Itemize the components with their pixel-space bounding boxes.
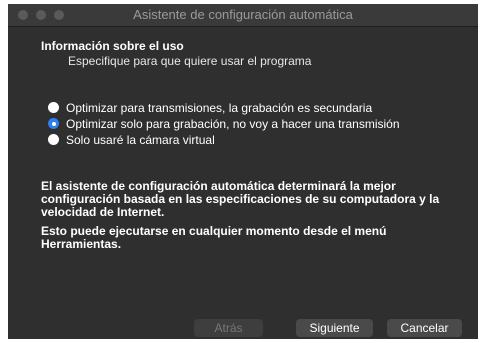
option-virtual-camera[interactable]: Solo usaré la cámara virtual (48, 132, 400, 147)
radio-button-icon[interactable] (48, 102, 59, 113)
window-title: Asistente de configuración automática (133, 7, 353, 22)
usage-subheading: Especifique para que quiere usar el prog… (68, 54, 312, 68)
auto-config-wizard-window: Asistente de configuración automática In… (8, 4, 478, 339)
radio-button-selected-icon[interactable] (48, 118, 59, 129)
option-label: Solo usaré la cámara virtual (66, 132, 215, 147)
usage-heading: Información sobre el uso (41, 39, 184, 53)
next-button[interactable]: Siguiente (296, 319, 373, 337)
cancel-button[interactable]: Cancelar (387, 319, 462, 337)
option-streaming[interactable]: Optimizar para transmisiones, la grabaci… (48, 100, 400, 115)
back-button[interactable]: Atrás (194, 319, 263, 337)
usage-options: Optimizar para transmisiones, la grabaci… (48, 100, 400, 148)
option-recording-only[interactable]: Optimizar solo para grabación, no voy a … (48, 116, 400, 131)
title-bar: Asistente de configuración automática (8, 4, 478, 27)
option-label: Optimizar para transmisiones, la grabaci… (66, 100, 373, 115)
info-paragraph-tools: Esto puede ejecutarse en cualquier momen… (41, 224, 387, 251)
wizard-content: Información sobre el uso Especifique par… (8, 27, 478, 339)
radio-button-icon[interactable] (48, 134, 59, 145)
info-paragraph-config: El asistente de configuración automática… (41, 179, 440, 219)
option-label: Optimizar solo para grabación, no voy a … (66, 116, 400, 131)
